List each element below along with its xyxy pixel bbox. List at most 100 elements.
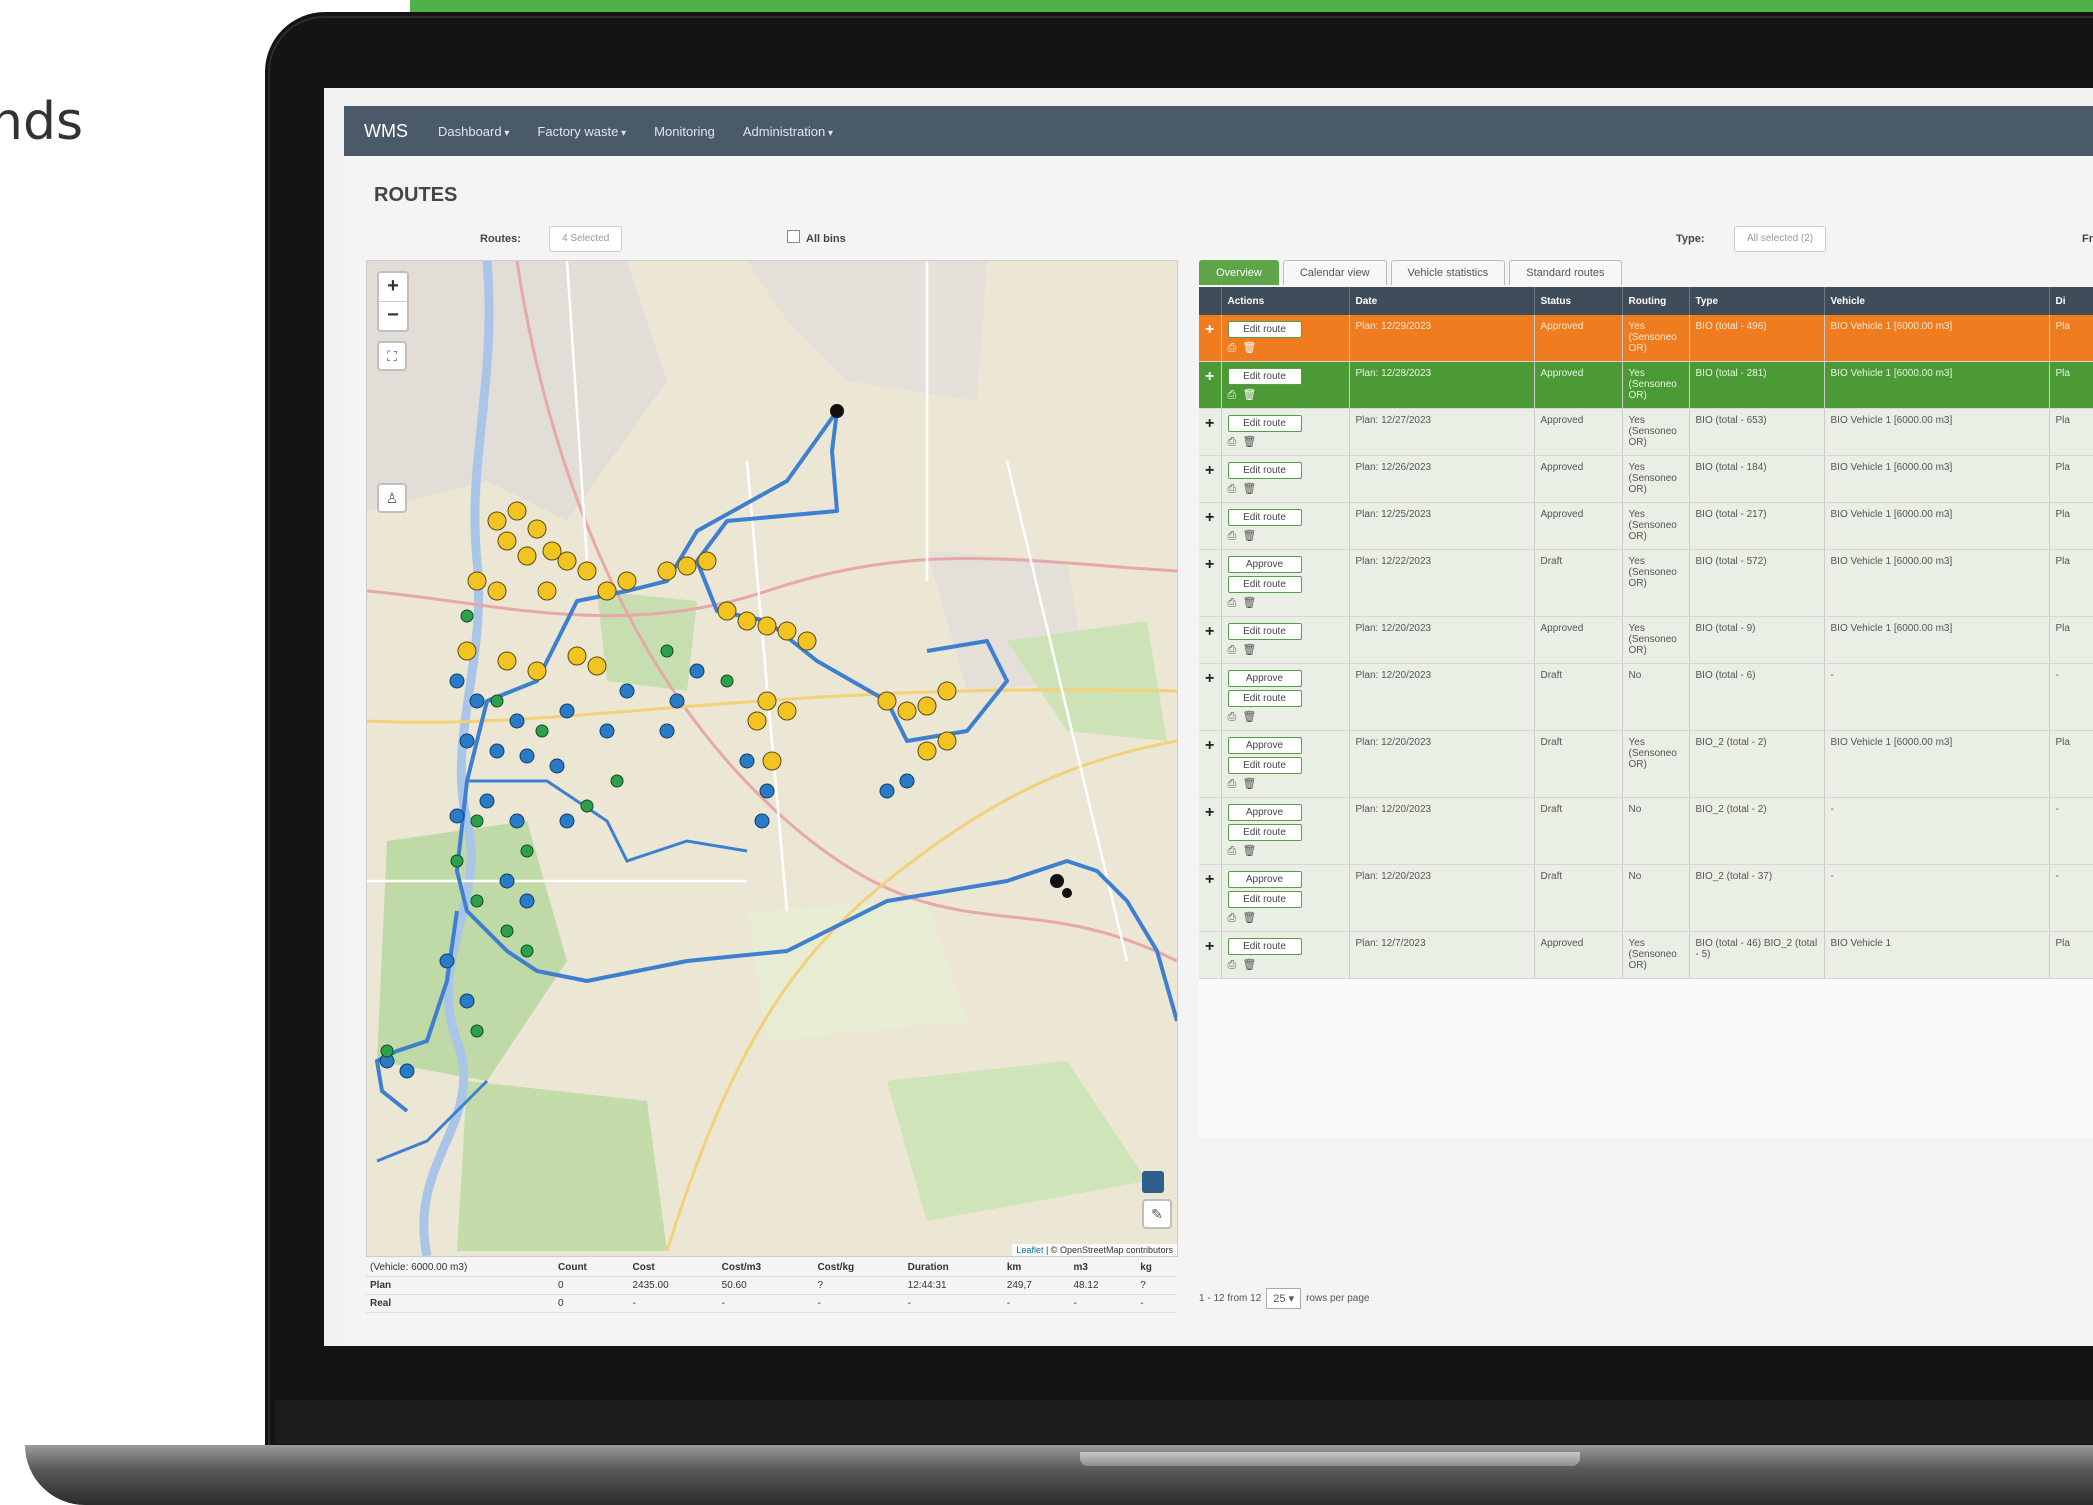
expand-plus-icon[interactable]: + bbox=[1205, 462, 1214, 479]
page-size-select[interactable]: 25 ▾ bbox=[1266, 1288, 1302, 1309]
grid-header-vehicle[interactable]: Vehicle bbox=[1824, 287, 2050, 315]
expand-cell[interactable]: + bbox=[1199, 663, 1222, 731]
expand-plus-icon[interactable]: + bbox=[1205, 415, 1214, 432]
print-icon[interactable]: ⎙ bbox=[1228, 778, 1243, 790]
trash-icon[interactable]: 🗑 bbox=[1242, 483, 1262, 495]
all-bins-checkbox[interactable] bbox=[787, 230, 800, 243]
expand-plus-icon[interactable]: + bbox=[1205, 321, 1214, 338]
expand-plus-icon[interactable]: + bbox=[1205, 670, 1214, 687]
tab-overview[interactable]: Overview bbox=[1199, 260, 1279, 285]
expand-cell[interactable]: + bbox=[1199, 502, 1222, 550]
fullscreen-icon[interactable]: ⛶ bbox=[377, 341, 407, 371]
expand-plus-icon[interactable]: + bbox=[1205, 871, 1214, 888]
trash-icon[interactable]: 🗑 bbox=[1242, 597, 1262, 609]
edit-route-button[interactable]: Edit route bbox=[1227, 576, 1302, 593]
tab-standard-routes[interactable]: Standard routes bbox=[1509, 260, 1622, 285]
table-row[interactable]: + Edit route ⎙🗑 Plan: 12/7/2023 Approved Yes … bbox=[1199, 931, 2093, 979]
edit-route-button[interactable]: Edit route bbox=[1227, 938, 1302, 955]
street-view-icon[interactable]: ♙ bbox=[377, 483, 407, 513]
zoom-in-button[interactable]: + bbox=[379, 273, 407, 301]
grid-header-routing[interactable]: Routing bbox=[1622, 287, 1690, 315]
expand-cell[interactable]: + bbox=[1199, 549, 1222, 617]
trash-icon[interactable]: 🗑 bbox=[1242, 711, 1262, 723]
edit-route-button[interactable]: Edit route bbox=[1227, 757, 1302, 774]
type-select[interactable]: All selected (2) bbox=[1734, 226, 1827, 252]
edit-route-button[interactable]: Edit route bbox=[1227, 321, 1302, 338]
table-row[interactable]: + Approve Edit route ⎙🗑 Plan: 12/22/2023 Draf… bbox=[1199, 549, 2093, 617]
table-row[interactable]: + Edit route ⎙🗑 Plan: 12/20/2023 Approved Yes… bbox=[1199, 616, 2093, 664]
edit-route-button[interactable]: Edit route bbox=[1227, 415, 1302, 432]
edit-route-button[interactable]: Edit route bbox=[1227, 462, 1302, 479]
table-row[interactable]: + Approve Edit route ⎙🗑 Plan: 12/20/2023 Draf… bbox=[1199, 663, 2093, 731]
expand-plus-icon[interactable]: + bbox=[1205, 623, 1214, 640]
draw-tool-icon[interactable]: ✎ bbox=[1142, 1199, 1172, 1229]
trash-icon[interactable]: 🗑 bbox=[1242, 389, 1262, 401]
expand-cell[interactable]: + bbox=[1199, 730, 1222, 798]
edit-route-button[interactable]: Edit route bbox=[1227, 891, 1302, 908]
nav-administration[interactable]: Administration bbox=[743, 124, 833, 139]
tab-calendar-view[interactable]: Calendar view bbox=[1282, 260, 1387, 285]
print-icon[interactable]: ⎙ bbox=[1228, 912, 1243, 924]
print-icon[interactable]: ⎙ bbox=[1228, 342, 1243, 354]
trash-icon[interactable]: 🗑 bbox=[1242, 530, 1262, 542]
nav-factory-waste[interactable]: Factory waste bbox=[537, 124, 626, 139]
table-row[interactable]: + Approve Edit route ⎙🗑 Plan: 12/20/2023 Draf… bbox=[1199, 864, 2093, 932]
brand-logo[interactable]: WMS bbox=[364, 121, 408, 142]
trash-icon[interactable]: 🗑 bbox=[1242, 778, 1262, 790]
route-map[interactable]: + − ⛶ ♙ ✎ Leaflet | © OpenStreetMap cont… bbox=[366, 260, 1178, 1257]
expand-cell[interactable]: + bbox=[1199, 864, 1222, 932]
table-row[interactable]: + Edit route ⎙🗑 Plan: 12/27/2023 Approved Yes… bbox=[1199, 408, 2093, 456]
routes-select[interactable]: 4 Selected bbox=[549, 226, 623, 252]
print-icon[interactable]: ⎙ bbox=[1228, 483, 1243, 495]
edit-route-button[interactable]: Edit route bbox=[1227, 623, 1302, 640]
leaflet-link[interactable]: Leaflet bbox=[1016, 1245, 1043, 1255]
approve-button[interactable]: Approve bbox=[1227, 871, 1302, 888]
expand-plus-icon[interactable]: + bbox=[1205, 737, 1214, 754]
expand-cell[interactable]: + bbox=[1199, 797, 1222, 865]
grid-header-date[interactable]: Date bbox=[1349, 287, 1535, 315]
expand-cell[interactable]: + bbox=[1199, 931, 1222, 979]
print-icon[interactable]: ⎙ bbox=[1228, 644, 1243, 656]
print-icon[interactable]: ⎙ bbox=[1228, 530, 1243, 542]
expand-cell[interactable]: + bbox=[1199, 408, 1222, 456]
expand-plus-icon[interactable]: + bbox=[1205, 556, 1214, 573]
trash-icon[interactable]: 🗑 bbox=[1242, 912, 1262, 924]
zoom-out-button[interactable]: − bbox=[379, 301, 407, 330]
expand-plus-icon[interactable]: + bbox=[1205, 368, 1214, 385]
trash-icon[interactable]: 🗑 bbox=[1242, 959, 1262, 971]
print-icon[interactable]: ⎙ bbox=[1228, 436, 1243, 448]
grid-header-type[interactable]: Type bbox=[1689, 287, 1825, 315]
expand-cell[interactable]: + bbox=[1199, 315, 1222, 362]
trash-icon[interactable]: 🗑 bbox=[1242, 644, 1262, 656]
expand-plus-icon[interactable]: + bbox=[1205, 509, 1214, 526]
expand-cell[interactable]: + bbox=[1199, 616, 1222, 664]
print-icon[interactable]: ⎙ bbox=[1228, 711, 1243, 723]
table-row[interactable]: + Edit route ⎙🗑 Plan: 12/28/2023 Approved Yes… bbox=[1199, 361, 2093, 409]
expand-plus-icon[interactable]: + bbox=[1205, 938, 1214, 955]
print-icon[interactable]: ⎙ bbox=[1228, 959, 1243, 971]
expand-cell[interactable]: + bbox=[1199, 361, 1222, 409]
approve-button[interactable]: Approve bbox=[1227, 804, 1302, 821]
print-icon[interactable]: ⎙ bbox=[1228, 845, 1243, 857]
trash-icon[interactable]: 🗑 bbox=[1242, 845, 1262, 857]
grid-header-di[interactable]: Di bbox=[2049, 287, 2093, 315]
approve-button[interactable]: Approve bbox=[1227, 556, 1302, 573]
print-icon[interactable]: ⎙ bbox=[1228, 597, 1243, 609]
approve-button[interactable]: Approve bbox=[1227, 737, 1302, 754]
table-row[interactable]: + Edit route ⎙🗑 Plan: 12/25/2023 Approved Yes… bbox=[1199, 502, 2093, 550]
approve-button[interactable]: Approve bbox=[1227, 670, 1302, 687]
table-row[interactable]: + Edit route ⎙🗑 Plan: 12/29/2023 Approved Yes… bbox=[1199, 315, 2093, 362]
edit-route-button[interactable]: Edit route bbox=[1227, 824, 1302, 841]
trash-icon[interactable]: 🗑 bbox=[1242, 436, 1262, 448]
table-row[interactable]: + Approve Edit route ⎙🗑 Plan: 12/20/2023 Draf… bbox=[1199, 797, 2093, 865]
table-row[interactable]: + Approve Edit route ⎙🗑 Plan: 12/20/2023 Draf… bbox=[1199, 730, 2093, 798]
print-icon[interactable]: ⎙ bbox=[1228, 389, 1243, 401]
edit-route-button[interactable]: Edit route bbox=[1227, 690, 1302, 707]
edit-route-button[interactable]: Edit route bbox=[1227, 509, 1302, 526]
nav-monitoring[interactable]: Monitoring bbox=[654, 124, 715, 139]
grid-header-status[interactable]: Status bbox=[1534, 287, 1623, 315]
table-row[interactable]: + Edit route ⎙🗑 Plan: 12/26/2023 Approved Yes… bbox=[1199, 455, 2093, 503]
grid-header-actions[interactable]: Actions bbox=[1221, 287, 1350, 315]
expand-cell[interactable]: + bbox=[1199, 455, 1222, 503]
expand-plus-icon[interactable]: + bbox=[1205, 804, 1214, 821]
